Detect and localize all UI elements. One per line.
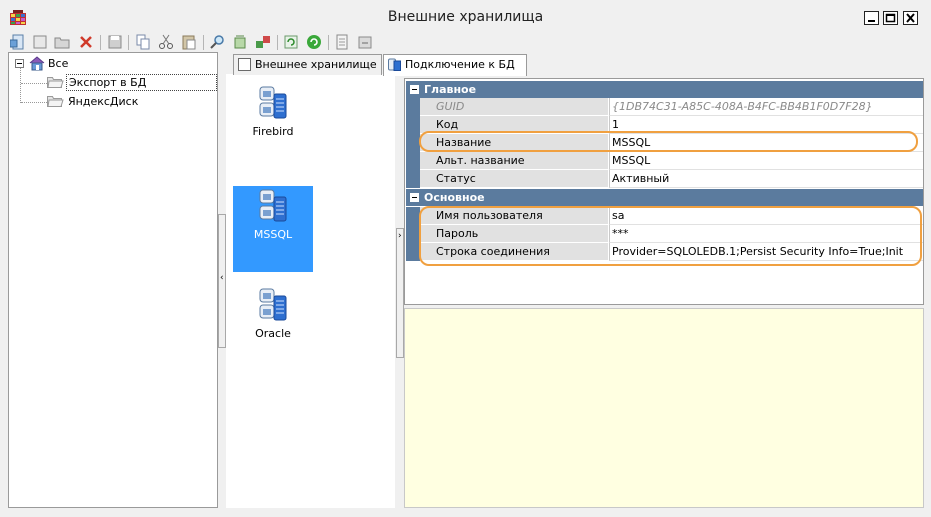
category-basic[interactable]: Основное <box>406 189 923 206</box>
collapse-toggle[interactable] <box>15 59 24 68</box>
row-gutter <box>406 207 420 225</box>
database-icon <box>259 86 287 119</box>
collapse-category-icon[interactable] <box>410 85 419 94</box>
tree-item-root[interactable]: Все <box>9 55 214 72</box>
property-name: Статус <box>420 170 608 188</box>
checkbox-icon <box>238 58 251 71</box>
db-item-mssql[interactable]: MSSQL <box>233 186 313 272</box>
database-icon <box>259 288 287 321</box>
right-splitter-grip[interactable]: › <box>396 228 404 358</box>
maximize-icon <box>885 13 896 23</box>
property-name: GUID <box>420 98 608 116</box>
database-icon <box>388 58 401 71</box>
toolbar-separator <box>100 35 101 50</box>
window-title: Внешние хранилища <box>387 9 544 25</box>
row-gutter <box>406 98 420 116</box>
paste-icon[interactable] <box>181 34 197 50</box>
property-row-status[interactable]: Статус Активный <box>406 170 923 188</box>
tree-root-label: Все <box>48 57 69 70</box>
refresh-icon[interactable] <box>283 34 299 50</box>
toolbar-separator <box>203 35 204 50</box>
left-splitter-grip[interactable]: ‹ <box>218 214 226 348</box>
toolbar-separator <box>128 35 129 50</box>
maximize-button[interactable] <box>883 11 898 25</box>
new-icon[interactable] <box>32 34 48 50</box>
toolbar-separator <box>328 35 329 50</box>
collapse-left-icon: ‹ <box>220 273 224 283</box>
sync-icon[interactable] <box>306 34 322 50</box>
db-item-oracle[interactable]: Oracle <box>233 286 313 340</box>
minimize-button[interactable] <box>864 11 879 25</box>
description-pane <box>404 308 924 508</box>
category-main[interactable]: Главное <box>406 81 923 98</box>
tab-label: Подключение к БД <box>405 58 515 71</box>
collapse-category-icon[interactable] <box>410 193 419 202</box>
tree-item-label: ЯндексДиск <box>68 95 139 108</box>
open-folder-icon[interactable] <box>54 34 70 50</box>
highlight-connection-rows <box>419 206 922 266</box>
property-grid: Главное GUID {1DB74C31-A85C-408A-B4FC-BB… <box>404 78 924 305</box>
tab-external-storage[interactable]: Внешнее хранилище <box>233 54 382 75</box>
db-type-list: Firebird MSSQL Oracle <box>226 74 395 508</box>
db-item-label: Firebird <box>252 125 294 138</box>
tab-db-connection[interactable]: Подключение к БД <box>383 54 527 76</box>
tree-line <box>21 102 47 103</box>
filter-icon[interactable] <box>232 34 248 50</box>
properties-icon[interactable] <box>334 34 350 50</box>
connect-icon[interactable] <box>255 34 271 50</box>
tab-label: Внешнее хранилище <box>255 58 377 71</box>
db-item-label: MSSQL <box>253 228 293 241</box>
category-label: Главное <box>424 83 477 96</box>
save-icon[interactable] <box>107 34 123 50</box>
property-value-guid: {1DB74C31-A85C-408A-B4FC-BB4B1F0D7F28} <box>609 98 923 116</box>
category-label: Основное <box>424 191 485 204</box>
property-name: Альт. название <box>420 152 608 170</box>
property-value-status[interactable]: Активный <box>609 170 923 188</box>
row-gutter <box>406 152 420 170</box>
tree-line <box>21 83 47 84</box>
export-icon[interactable] <box>357 34 373 50</box>
search-icon[interactable] <box>209 34 225 50</box>
minimize-icon <box>868 20 875 22</box>
property-row-alt-name[interactable]: Альт. название MSSQL <box>406 152 923 170</box>
storage-tree: Все Экспорт в БД ЯндексДиск <box>8 52 218 508</box>
add-icon[interactable] <box>10 34 26 50</box>
row-gutter <box>406 116 420 134</box>
cut-icon[interactable] <box>158 34 174 50</box>
db-item-firebird[interactable]: Firebird <box>233 84 313 138</box>
collapse-right-icon: › <box>398 231 402 241</box>
toolbar-separator <box>277 35 278 50</box>
row-gutter <box>406 225 420 243</box>
copy-icon[interactable] <box>135 34 151 50</box>
property-row-guid[interactable]: GUID {1DB74C31-A85C-408A-B4FC-BB4B1F0D7F… <box>406 98 923 116</box>
close-button[interactable] <box>903 11 918 25</box>
delete-icon[interactable] <box>78 34 94 50</box>
highlight-name-row <box>419 131 918 152</box>
database-icon <box>259 189 287 222</box>
folder-open-icon <box>47 96 64 107</box>
tree-item-export-db[interactable]: Экспорт в БД <box>47 74 217 91</box>
title-bar: Внешние хранилища <box>0 0 931 32</box>
row-gutter <box>406 134 420 152</box>
folder-open-icon <box>47 77 64 88</box>
tree-line <box>20 68 21 103</box>
tree-item-label: Экспорт в БД <box>66 74 217 91</box>
tree-item-yandex-disk[interactable]: ЯндексДиск <box>47 93 197 110</box>
row-gutter <box>406 170 420 188</box>
property-value-alt-name[interactable]: MSSQL <box>609 152 923 170</box>
close-icon <box>906 13 915 23</box>
toolbar <box>8 34 378 52</box>
home-icon <box>29 56 45 71</box>
row-gutter <box>406 243 420 261</box>
db-item-label: Oracle <box>255 327 291 340</box>
